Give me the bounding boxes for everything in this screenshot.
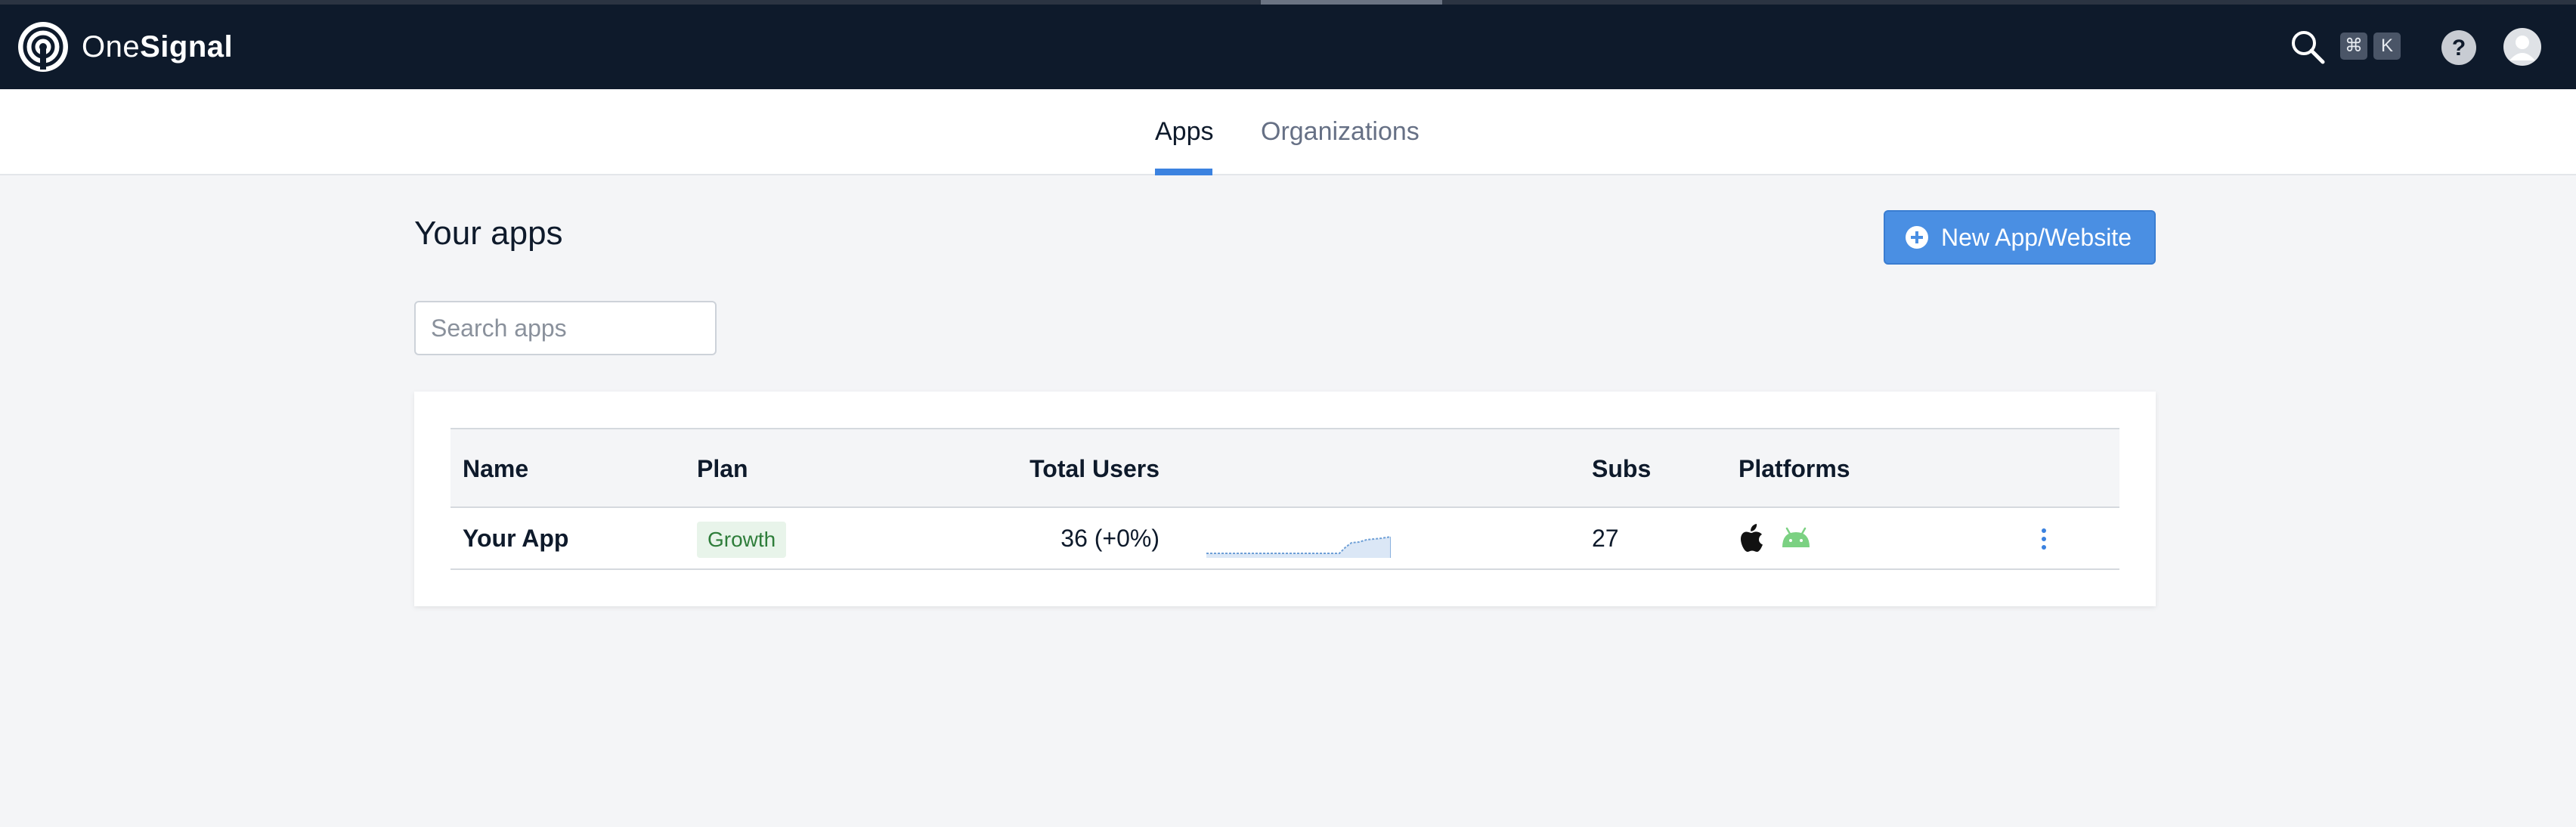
brand-name: OneSignal: [82, 30, 233, 64]
column-header-plan[interactable]: Plan: [697, 429, 748, 508]
tab-organizations[interactable]: Organizations: [1261, 89, 1420, 174]
plan-badge: Growth: [697, 522, 787, 558]
onesignal-logo-icon: [18, 22, 68, 72]
tab-apps[interactable]: Apps: [1155, 89, 1214, 175]
column-header-subs[interactable]: Subs: [1592, 429, 1651, 508]
android-icon: [1782, 527, 1810, 547]
new-app-website-button[interactable]: New App/Website: [1884, 210, 2156, 265]
column-header-platforms: Platforms: [1738, 455, 1850, 482]
apps-table: Name Plan Total Users Subs Platforms You…: [450, 428, 2119, 570]
loading-indicator: [1261, 0, 1442, 5]
loading-strip: [0, 0, 2576, 5]
page-title: Your apps: [414, 215, 563, 252]
shortcut-cmd-key: ⌘: [2340, 33, 2367, 60]
help-icon[interactable]: ?: [2440, 29, 2478, 67]
users-sparkline: [1206, 536, 1391, 558]
search-apps-input[interactable]: [414, 301, 717, 355]
table-row[interactable]: Your App Growth 36 (+0%) 27: [450, 508, 2119, 570]
svg-text:?: ?: [2452, 36, 2466, 60]
app-name[interactable]: Your App: [463, 508, 568, 568]
header-actions: ⌘ K ?: [2259, 0, 2576, 89]
top-nav-bar: OneSignal ⌘ K ?: [0, 0, 2576, 89]
column-header-total-users[interactable]: Total Users: [1029, 429, 1160, 508]
more-options-icon[interactable]: [2038, 526, 2050, 552]
user-avatar-icon[interactable]: [2503, 27, 2542, 67]
search-icon[interactable]: [2289, 28, 2327, 66]
shortcut-k-key: K: [2373, 33, 2401, 60]
plus-circle-icon: [1906, 226, 1928, 249]
onesignal-logo[interactable]: OneSignal: [17, 21, 233, 73]
table-header: Name Plan Total Users Subs Platforms: [450, 428, 2119, 508]
new-app-website-label: New App/Website: [1941, 223, 2132, 251]
total-users-value: 36 (+0%): [1060, 525, 1160, 552]
brand-name-light: One: [82, 29, 141, 63]
subs-value: 27: [1592, 525, 1619, 552]
brand-name-bold: Signal: [140, 29, 234, 63]
apps-table-card: Name Plan Total Users Subs Platforms You…: [414, 392, 2156, 606]
tabs-bar: Apps Organizations: [0, 89, 2576, 175]
column-header-name[interactable]: Name: [463, 429, 528, 508]
apple-icon: [1741, 524, 1763, 552]
